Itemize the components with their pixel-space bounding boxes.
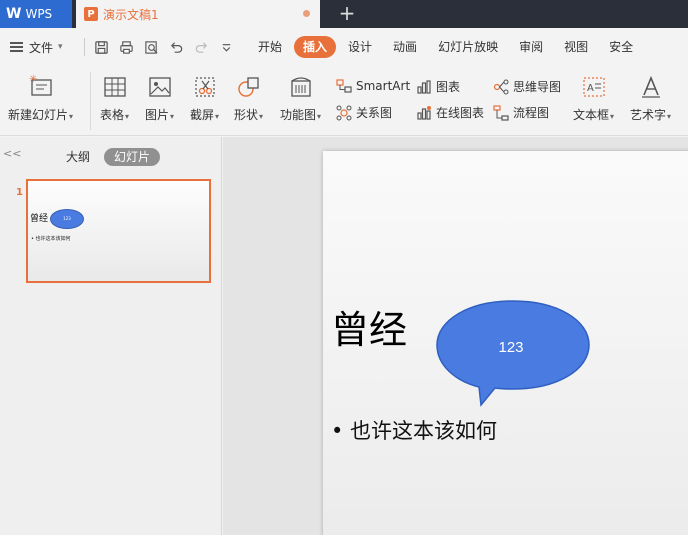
function-chart-button[interactable]: 功能图▾ — [280, 74, 321, 123]
mindmap-button[interactable]: 思维导图 — [493, 78, 561, 95]
save-icon — [95, 40, 108, 54]
chart-icon — [416, 79, 432, 95]
tab-document[interactable]: P 演示文稿1 — [76, 0, 320, 28]
tab-animation[interactable]: 动画 — [384, 36, 426, 58]
file-menu-button[interactable]: 文件 ▾ — [10, 39, 80, 56]
shape-label: 形状▾ — [234, 108, 264, 122]
tab-design[interactable]: 设计 — [339, 36, 381, 58]
tab-outline[interactable]: 大纲 — [66, 148, 90, 165]
slides-panel: << 大纲 幻灯片 1 曾经 123 • 也许这本该如何 — [0, 137, 222, 535]
tab-security[interactable]: 安全 — [600, 36, 642, 58]
collapse-panel-icon[interactable]: << — [3, 147, 21, 160]
redo-icon — [195, 41, 208, 53]
ribbon-insert: ✳ 新建幻灯片▾ 表格▾ 图片▾ 截屏▾ 形状▾ 功能图▾ SmartArt 关… — [0, 66, 688, 136]
slide-number: 1 — [16, 187, 23, 198]
new-slide-label: 新建幻灯片▾ — [8, 108, 74, 122]
svg-text:A: A — [587, 83, 594, 94]
flowchart-icon — [493, 104, 509, 121]
menu-tabs: 开始 插入 设计 动画 幻灯片放映 审阅 视图 安全 — [249, 36, 645, 58]
slide-bullet-text[interactable]: • 也许这本该如何 — [331, 415, 497, 445]
relation-chart-icon — [336, 105, 352, 121]
slide-title[interactable]: 曾经 — [331, 299, 407, 354]
slide-editor: 曾经 123 • 也许这本该如何 — [223, 137, 688, 535]
save-button[interactable] — [89, 36, 114, 58]
chart-button[interactable]: 图表 — [416, 78, 460, 95]
online-chart-icon — [416, 105, 432, 121]
online-chart-button[interactable]: 在线图表 — [416, 104, 484, 121]
print-preview-button[interactable] — [139, 36, 164, 58]
print-preview-icon — [145, 40, 158, 54]
picture-label: 图片▾ — [145, 108, 175, 122]
chevron-down-icon: ▾ — [58, 42, 63, 52]
wps-logo-icon: W — [6, 6, 22, 22]
thumbnail-bubble: 123 — [50, 209, 84, 229]
smartart-icon — [336, 78, 352, 94]
divider — [90, 72, 91, 130]
table-button[interactable]: 表格▾ — [100, 74, 129, 123]
tab-home[interactable]: 开始 — [249, 36, 291, 58]
hamburger-icon — [10, 42, 23, 52]
thumbnail-title: 曾经 — [30, 214, 49, 224]
mindmap-label: 思维导图 — [513, 80, 562, 94]
wordart-icon — [638, 74, 664, 100]
new-tab-button[interactable]: + — [336, 2, 358, 26]
print-icon — [120, 40, 133, 54]
tab-wps-home[interactable]: W WPS — [0, 0, 72, 28]
picture-icon — [147, 74, 173, 100]
slide-thumbnail[interactable]: 曾经 123 • 也许这本该如何 — [26, 179, 211, 283]
file-menu-label: 文件 — [29, 40, 54, 55]
flowchart-label: 流程图 — [513, 106, 550, 120]
redo-button[interactable] — [189, 36, 214, 58]
panel-tabs: << 大纲 幻灯片 — [0, 137, 222, 171]
chart-label: 图表 — [436, 80, 461, 94]
menu-bar: 文件 ▾ 开始 插入 设计 动画 幻灯片放映 审阅 视图 安全 — [0, 28, 688, 66]
undo-button[interactable] — [164, 36, 189, 58]
smartart-button[interactable]: SmartArt — [336, 78, 410, 94]
textbox-icon: A — [581, 74, 607, 100]
tab-slides[interactable]: 幻灯片 — [104, 148, 161, 166]
unsaved-dot-icon[interactable] — [303, 10, 310, 17]
thumbnail-bullet: • 也许这本该如何 — [31, 236, 71, 242]
picture-button[interactable]: 图片▾ — [145, 74, 174, 123]
wordart-label: 艺术字▾ — [630, 108, 672, 122]
print-button[interactable] — [114, 36, 139, 58]
customize-toolbar-button[interactable] — [214, 36, 239, 58]
tab-review[interactable]: 审阅 — [510, 36, 552, 58]
table-label: 表格▾ — [100, 108, 130, 122]
shape-button[interactable]: 形状▾ — [234, 74, 263, 123]
textbox-label: 文本框▾ — [573, 108, 615, 122]
relation-chart-label: 关系图 — [356, 106, 393, 120]
relation-chart-button[interactable]: 关系图 — [336, 104, 392, 121]
slide-canvas[interactable]: 曾经 123 • 也许这本该如何 — [323, 151, 688, 535]
screenshot-icon — [192, 74, 218, 100]
smartart-label: SmartArt — [356, 79, 411, 93]
textbox-button[interactable]: A 文本框▾ — [573, 74, 614, 123]
function-chart-icon — [288, 74, 314, 100]
title-bar: W WPS P 演示文稿1 + — [0, 0, 688, 28]
tab-wps-label: WPS — [25, 7, 53, 21]
online-chart-label: 在线图表 — [436, 106, 485, 120]
shape-icon — [236, 74, 262, 100]
tab-document-label: 演示文稿1 — [103, 7, 159, 22]
mindmap-icon — [493, 79, 509, 95]
function-chart-label: 功能图▾ — [280, 108, 322, 122]
table-icon — [102, 74, 128, 100]
speech-bubble-text[interactable]: 123 — [435, 339, 587, 356]
tab-slideshow[interactable]: 幻灯片放映 — [429, 36, 507, 58]
new-slide-icon: ✳ — [28, 74, 54, 100]
undo-icon — [170, 41, 183, 53]
screenshot-label: 截屏▾ — [190, 108, 220, 122]
wordart-button[interactable]: 艺术字▾ — [630, 74, 671, 123]
new-slide-button[interactable]: ✳ 新建幻灯片▾ — [8, 74, 73, 123]
screenshot-button[interactable]: 截屏▾ — [190, 74, 219, 123]
dropdown-arrow-icon — [222, 43, 231, 52]
flowchart-button[interactable]: 流程图 — [493, 104, 549, 121]
divider — [84, 38, 85, 56]
tab-insert[interactable]: 插入 — [294, 36, 337, 58]
tab-view[interactable]: 视图 — [555, 36, 597, 58]
presentation-icon: P — [84, 7, 98, 21]
svg-text:✳: ✳ — [29, 74, 37, 85]
